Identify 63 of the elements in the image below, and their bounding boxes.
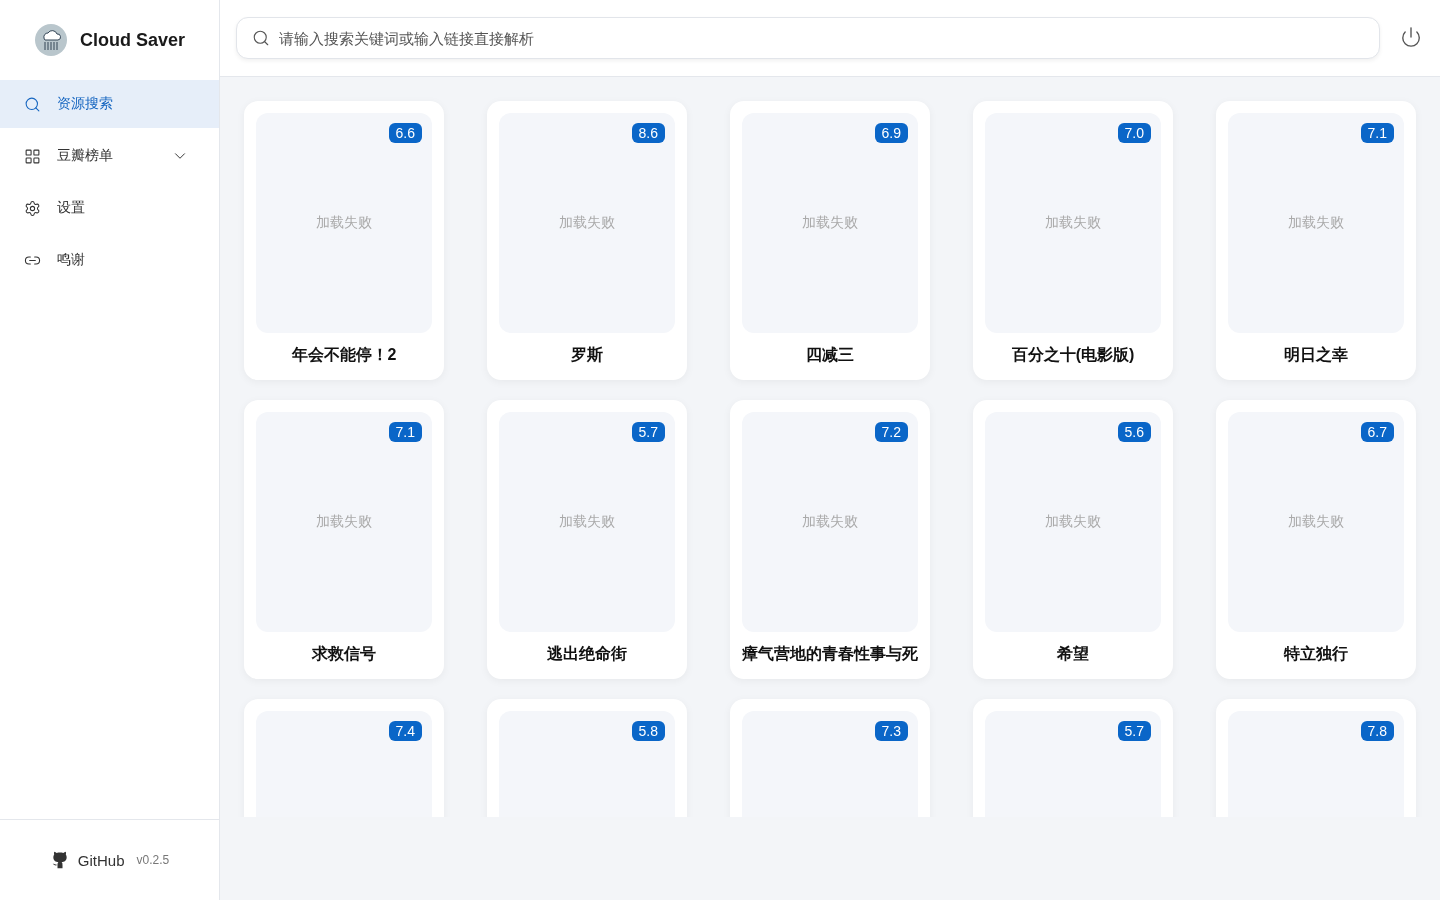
load-failed-text: 加载失败 <box>1288 513 1344 531</box>
rating-badge: 6.9 <box>874 123 908 143</box>
rating-badge: 7.3 <box>874 721 908 741</box>
movie-card[interactable]: 加载失败 6.7 特立独行 <box>1216 400 1416 679</box>
movie-card[interactable]: 加载失败 8.6 罗斯 <box>487 101 687 380</box>
rating-badge: 5.8 <box>631 721 665 741</box>
settings-icon <box>24 199 41 217</box>
movie-title: 年会不能停！2 <box>291 345 397 365</box>
sidebar-item[interactable]: 设置 <box>0 184 219 232</box>
rating-badge: 7.8 <box>1360 721 1394 741</box>
movie-card[interactable]: 加载失败 7.1 求救信号 <box>244 400 444 679</box>
load-failed-text: 加载失败 <box>1045 214 1101 232</box>
load-failed-text: 加载失败 <box>1288 214 1344 232</box>
logo-icon <box>34 23 68 57</box>
movie-title: 希望 <box>1057 644 1089 664</box>
version-text: v0.2.5 <box>136 853 170 867</box>
movie-card[interactable]: 7.3 <box>730 699 930 817</box>
movie-title: 特立独行 <box>1284 644 1348 664</box>
sidebar-item[interactable]: 豆瓣榜单 <box>0 132 219 180</box>
movie-title: 罗斯 <box>571 345 603 365</box>
movie-title: 逃出绝命街 <box>547 644 627 664</box>
movie-card[interactable]: 加载失败 7.2 瘴气营地的青春性事与死 <box>730 400 930 679</box>
movie-title: 求救信号 <box>312 644 376 664</box>
movie-card[interactable]: 7.8 <box>1216 699 1416 817</box>
movie-card[interactable]: 加载失败 6.6 年会不能停！2 <box>244 101 444 380</box>
movie-card[interactable]: 5.8 <box>487 699 687 817</box>
github-link[interactable]: GitHub <box>49 850 125 870</box>
sidebar-item[interactable]: 鸣谢 <box>0 236 219 284</box>
movie-card[interactable]: 5.7 <box>973 699 1173 817</box>
load-failed-text: 加载失败 <box>559 513 615 531</box>
rating-badge: 7.1 <box>1360 123 1394 143</box>
movie-title: 明日之幸 <box>1284 345 1348 365</box>
rating-badge: 5.7 <box>1117 721 1151 741</box>
grid-icon <box>24 147 41 165</box>
movie-title: 百分之十(电影版) <box>1011 345 1135 365</box>
rating-badge: 5.7 <box>631 422 665 442</box>
app-title: Cloud Saver <box>80 29 185 51</box>
load-failed-text: 加载失败 <box>559 214 615 232</box>
load-failed-text: 加载失败 <box>802 214 858 232</box>
rating-badge: 6.7 <box>1360 422 1394 442</box>
movie-card[interactable]: 加载失败 7.0 百分之十(电影版) <box>973 101 1173 380</box>
movie-card[interactable]: 加载失败 7.1 明日之幸 <box>1216 101 1416 380</box>
load-failed-text: 加载失败 <box>316 214 372 232</box>
search-field[interactable]: 请输入搜索关键词或输入链接直接解析 <box>236 17 1380 59</box>
movie-card[interactable]: 加载失败 6.9 四减三 <box>730 101 930 380</box>
load-failed-text: 加载失败 <box>1045 513 1101 531</box>
rating-badge: 7.4 <box>388 721 422 741</box>
movie-title: 四减三 <box>806 345 854 365</box>
search-icon <box>24 95 41 113</box>
sidebar-item[interactable]: 资源搜索 <box>0 80 219 128</box>
movie-card[interactable]: 加载失败 5.6 希望 <box>973 400 1173 679</box>
movie-card[interactable]: 7.4 <box>244 699 444 817</box>
movie-title: 瘴气营地的青春性事与死 <box>742 644 918 664</box>
rating-badge: 6.6 <box>388 123 422 143</box>
rating-badge: 7.1 <box>388 422 422 442</box>
load-failed-text: 加载失败 <box>316 513 372 531</box>
rating-badge: 7.2 <box>874 422 908 442</box>
search-icon <box>252 29 270 47</box>
rating-badge: 7.0 <box>1117 123 1151 143</box>
rating-badge: 8.6 <box>631 123 665 143</box>
load-failed-text: 加载失败 <box>802 513 858 531</box>
rating-badge: 5.6 <box>1117 422 1151 442</box>
movie-card[interactable]: 加载失败 5.7 逃出绝命街 <box>487 400 687 679</box>
